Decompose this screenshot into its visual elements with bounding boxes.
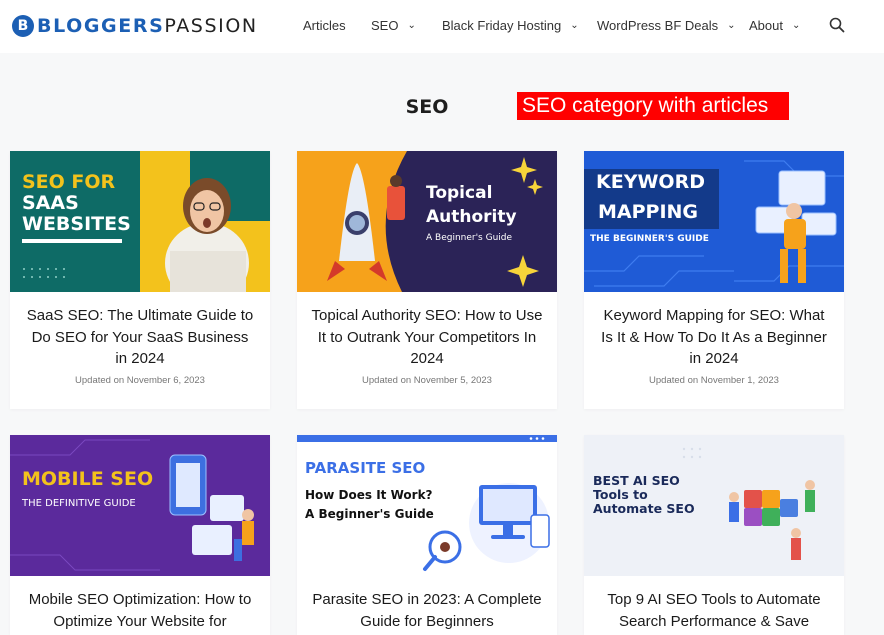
article-title[interactable]: Topical Authority SEO: How to Use It to …	[297, 292, 557, 370]
thumbnail-heading: SEO FOR	[22, 171, 116, 193]
chevron-down-icon: ⌄	[727, 20, 736, 31]
page-title: SEO	[405, 96, 449, 118]
nav-about[interactable]: About ⌄	[749, 18, 800, 33]
article-title[interactable]: Parasite SEO in 2023: A Complete Guide f…	[297, 576, 557, 632]
article-card[interactable]: PARASITE SEO How Does It Work? A Beginne…	[297, 435, 557, 635]
article-thumbnail[interactable]: MOBILE SEO THE DEFINITIVE GUIDE	[10, 435, 270, 576]
article-title[interactable]: Keyword Mapping for SEO: What Is It & Ho…	[584, 292, 844, 370]
thumbnail-heading: KEYWORD	[596, 171, 705, 193]
article-date: Updated on November 5, 2023	[362, 374, 492, 386]
nav-label: Black Friday Hosting	[442, 18, 562, 33]
parasite-illustration	[297, 435, 557, 571]
article-title[interactable]: Top 9 AI SEO Tools to Automate Search Pe…	[584, 576, 844, 632]
nav-black-friday-hosting[interactable]: Black Friday Hosting ⌄	[442, 18, 579, 33]
thumbnail-heading: How Does It Work?	[305, 488, 433, 502]
article-date: Updated on November 1, 2023	[649, 374, 779, 386]
chevron-down-icon: ⌄	[791, 20, 801, 31]
article-card[interactable]: BEST AI SEO Tools to Automate SEO Top 9 …	[584, 435, 844, 635]
article-title[interactable]: SaaS SEO: The Ultimate Guide to Do SEO f…	[10, 292, 270, 370]
annotation-label: SEO category with articles	[517, 92, 789, 120]
nav-wordpress-bf-deals[interactable]: WordPress BF Deals ⌄	[597, 18, 736, 33]
thumbnail-heading: SAAS	[22, 192, 79, 214]
nav-label: About	[749, 18, 783, 33]
nav-articles[interactable]: Articles	[303, 18, 346, 33]
article-card[interactable]: MOBILE SEO THE DEFINITIVE GUIDE Mobile S…	[10, 435, 270, 635]
thumbnail-subheading: THE BEGINNER'S GUIDE	[590, 234, 709, 244]
article-thumbnail[interactable]: BEST AI SEO Tools to Automate SEO	[584, 435, 844, 576]
nav-label: SEO	[371, 18, 399, 33]
article-card[interactable]: KEYWORD MAPPING THE BEGINNER'S GUIDE Key…	[584, 151, 844, 409]
article-card[interactable]: Topical Authority A Beginner's Guide Top…	[297, 151, 557, 409]
thumbnail-heading: MAPPING	[598, 201, 699, 223]
thumbnail-subheading: THE DEFINITIVE GUIDE	[22, 498, 136, 509]
logo-wordmark: BLOGGERSPASSION	[37, 15, 258, 37]
thumbnail-heading: BEST AI SEO	[593, 473, 680, 488]
article-date: Updated on November 6, 2023	[75, 374, 205, 386]
thumbnail-subheading: A Beginner's Guide	[426, 233, 513, 243]
article-card[interactable]: SEO FOR SAAS WEBSITES SaaS SEO: The Ulti…	[10, 151, 270, 409]
thumbnail-heading: A Beginner's Guide	[305, 507, 434, 521]
thumbnail-heading: MOBILE SEO	[22, 468, 154, 490]
site-logo[interactable]: B BLOGGERSPASSION	[12, 14, 258, 38]
article-thumbnail[interactable]: PARASITE SEO How Does It Work? A Beginne…	[297, 435, 557, 576]
thumbnail-heading: WEBSITES	[22, 213, 131, 235]
article-thumbnail[interactable]: Topical Authority A Beginner's Guide	[297, 151, 557, 292]
thumbnail-heading: PARASITE SEO	[305, 459, 426, 477]
thumbnail-heading: Authority	[426, 207, 517, 227]
thumbnail-heading: Automate SEO	[593, 501, 695, 516]
nav-label: WordPress BF Deals	[597, 18, 719, 33]
article-thumbnail[interactable]: SEO FOR SAAS WEBSITES	[10, 151, 270, 292]
article-thumbnail[interactable]: KEYWORD MAPPING THE BEGINNER'S GUIDE	[584, 151, 844, 292]
nav-seo[interactable]: SEO ⌄	[371, 18, 416, 33]
logo-passion: PASSION	[164, 15, 258, 37]
chevron-down-icon: ⌄	[570, 20, 579, 31]
chevron-down-icon: ⌄	[407, 20, 416, 31]
thumbnail-heading: Tools to	[593, 487, 648, 502]
site-header: B BLOGGERSPASSION Articles SEO ⌄ Black F…	[0, 0, 884, 53]
thumbnail-heading: Topical	[426, 183, 493, 203]
search-icon[interactable]	[829, 17, 845, 33]
logo-badge: B	[12, 15, 34, 37]
nav-label: Articles	[303, 18, 346, 33]
article-title[interactable]: Mobile SEO Optimization: How to Optimize…	[10, 576, 270, 632]
logo-bloggers: BLOGGERS	[37, 15, 165, 37]
